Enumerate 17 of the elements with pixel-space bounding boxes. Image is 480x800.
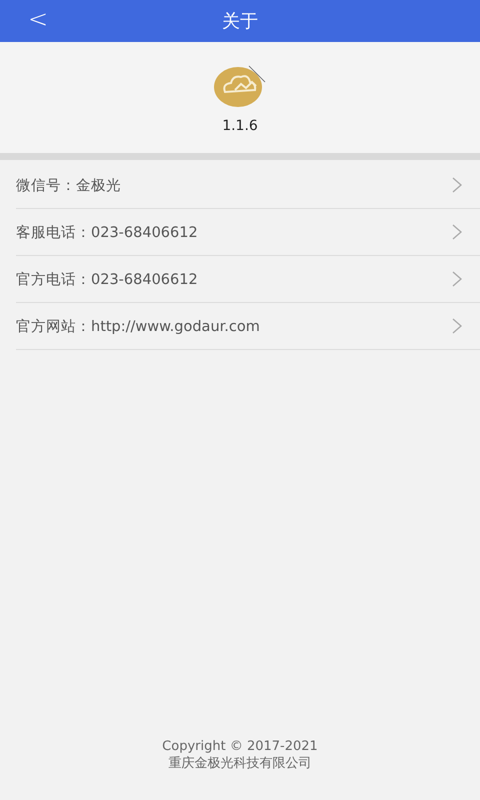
info-row[interactable]: 客服电话：023-68406612: [16, 209, 480, 256]
back-button[interactable]: <: [22, 5, 54, 33]
info-label: 客服电话：023-68406612: [16, 224, 198, 242]
info-row[interactable]: 官方网站：http://www.godaur.com: [16, 303, 480, 350]
chevron-right-icon: [452, 224, 462, 240]
chevron-right-icon: [452, 318, 462, 334]
copyright-text: Copyright © 2017-2021: [162, 738, 318, 755]
chevron-right-icon: [452, 177, 462, 193]
page-title: 关于: [222, 10, 258, 33]
chevron-right-icon: [452, 271, 462, 287]
company-name: 重庆金极光科技有限公司: [168, 755, 312, 772]
version-number: 1.1.6: [222, 118, 258, 134]
info-label: 官方网站：http://www.godaur.com: [16, 318, 260, 336]
info-label: 官方电话：023-68406612: [16, 270, 198, 288]
info-row[interactable]: 微信号：金极光: [16, 162, 480, 209]
info-label: 微信号：金极光: [16, 176, 121, 194]
info-row[interactable]: 官方电话：023-68406612: [16, 256, 480, 303]
